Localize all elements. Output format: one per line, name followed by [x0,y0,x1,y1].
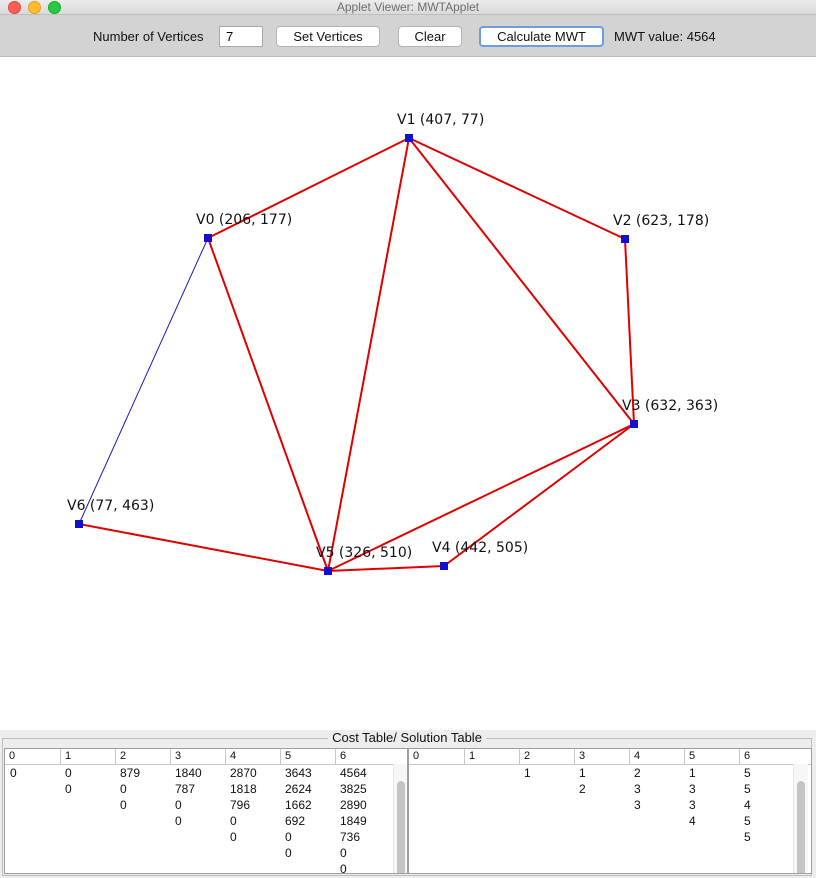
vertex-label-v6: V6 (77, 463) [67,498,154,514]
cost-table-header-col-1[interactable]: 1 [60,749,115,764]
window-title: Applet Viewer: MWTApplet [336,0,480,14]
cost-table-cell-r2-c2: 0 [120,798,127,812]
solution-table-scrollbar[interactable] [797,781,805,873]
cost-table-cell-r1-c2: 0 [120,782,127,796]
solution-table-cell-r4-c6: 5 [744,830,751,844]
vertex-label-v3: V3 (632, 363) [622,398,718,414]
vertices-label: Number of Vertices [93,29,204,44]
tables-panel-title: Cost Table/ Solution Table [0,730,814,745]
edge-v2-v3 [624,238,635,425]
solution-table-cell-r1-c3: 2 [579,782,586,796]
cost-table-header: 0123456 [5,749,407,765]
solution-table[interactable]: 0123456 112152335334455 [408,748,812,874]
cost-table-cell-r1-c4: 1818 [230,782,257,796]
cost-table-cell-r0-c5: 3643 [285,766,312,780]
solution-table-cell-r1-c4: 3 [634,782,641,796]
solution-table-cell-r0-c2: 1 [524,766,531,780]
cost-table-cell-r0-c3: 1840 [175,766,202,780]
edge-v1-v2 [408,137,626,240]
set-vertices-button[interactable]: Set Vertices [276,26,380,47]
edge-v0-v6 [78,237,209,525]
solution-table-cell-r0-c4: 2 [634,766,641,780]
cost-table-cell-r1-c5: 2624 [285,782,312,796]
edge-v4-v5 [327,565,445,572]
drawing-canvas[interactable]: V0 (206, 177) V1 (407, 77) V2 (623, 178) V3… [0,57,816,729]
cost-table-cell-r4-c6: 736 [340,830,361,844]
cost-table-cell-r5-c6: 0 [340,846,347,860]
cost-table-cell-r3-c5: 692 [285,814,306,828]
cost-table-header-col-3[interactable]: 3 [170,749,225,764]
cost-table-cell-r2-c5: 1662 [285,798,312,812]
edge-v0-v5 [207,237,329,572]
cost-table-cell-r0-c0: 0 [10,766,17,780]
cost-table-cell-r3-c6: 1849 [340,814,367,828]
solution-table-cell-r3-c6: 5 [744,814,751,828]
edge-v5-v6 [78,523,329,572]
vertices-count-input[interactable] [219,26,263,47]
mwt-value-text: MWT value: 4564 [614,29,716,44]
solution-table-header-col-0[interactable]: 0 [409,749,464,764]
cost-table[interactable]: 0123456 0 0 879 1840 2870 3643 4564 0 0 787 1818 26… [4,748,408,874]
solution-table-cell-r1-c6: 5 [744,782,751,796]
vertex-v6[interactable] [75,520,83,528]
solution-table-header-col-4[interactable]: 4 [629,749,684,764]
edge-v1-v3 [408,137,635,425]
cost-table-cell-r2-c4: 796 [230,798,251,812]
solution-table-cell-r2-c5: 3 [689,798,696,812]
vertex-v4[interactable] [440,562,448,570]
cost-table-cell-r1-c3: 787 [175,782,196,796]
cost-table-cell-r0-c4: 2870 [230,766,257,780]
vertex-label-v1: V1 (407, 77) [397,112,484,128]
window-titlebar: Applet Viewer: MWTApplet [0,0,816,15]
cost-table-header-col-6[interactable]: 6 [335,749,390,764]
cost-table-cell-r0-c1: 0 [65,766,72,780]
solution-table-cell-r3-c5: 4 [689,814,696,828]
cost-table-header-col-2[interactable]: 2 [115,749,170,764]
vertex-v5[interactable] [324,567,332,575]
vertex-label-v0: V0 (206, 177) [196,212,292,228]
clear-button[interactable]: Clear [398,26,462,47]
cost-table-header-col-4[interactable]: 4 [225,749,280,764]
cost-table-cell-r2-c6: 2890 [340,798,367,812]
triangulation-graph: V0 (206, 177) V1 (407, 77) V2 (623, 178) V3… [67,112,718,575]
toolbar: Number of Vertices Set Vertices Clear Ca… [0,15,816,57]
solution-table-cell-r0-c6: 5 [744,766,751,780]
cost-table-cell-r5-c5: 0 [285,846,292,860]
vertex-v0[interactable] [204,234,212,242]
solution-table-header: 0123456 [409,749,811,765]
cost-table-cell-r6-c6: 0 [340,862,347,874]
solution-table-header-col-5[interactable]: 5 [684,749,739,764]
solution-table-header-col-6[interactable]: 6 [739,749,794,764]
cost-table-header-col-5[interactable]: 5 [280,749,335,764]
cost-table-cell-r2-c3: 0 [175,798,182,812]
cost-table-cell-r1-c1: 0 [65,782,72,796]
vertex-label-v2: V2 (623, 178) [613,213,709,229]
cost-table-header-col-0[interactable]: 0 [5,749,60,764]
solution-table-header-col-3[interactable]: 3 [574,749,629,764]
cost-table-cell-r0-c6: 4564 [340,766,367,780]
solution-table-cell-r0-c3: 1 [579,766,586,780]
cost-table-cell-r0-c2: 879 [120,766,141,780]
cost-table-cell-r4-c4: 0 [230,830,237,844]
solution-table-cell-r2-c4: 3 [634,798,641,812]
vertex-label-v4: V4 (442, 505) [432,540,528,556]
edge-v1-v5 [327,137,410,572]
solution-table-cell-r0-c5: 1 [689,766,696,780]
cost-table-cell-r3-c3: 0 [175,814,182,828]
cost-table-scrollbar[interactable] [397,781,405,873]
vertex-v1[interactable] [405,134,413,142]
solution-table-header-col-1[interactable]: 1 [464,749,519,764]
tables-panel: Cost Table/ Solution Table 0123456 0 0 879… [0,730,816,878]
solution-table-cell-r2-c6: 4 [744,798,751,812]
vertex-v3[interactable] [630,420,638,428]
solution-table-cell-r1-c5: 3 [689,782,696,796]
vertex-v2[interactable] [621,235,629,243]
cost-table-cell-r4-c5: 0 [285,830,292,844]
cost-table-cell-r1-c6: 3825 [340,782,367,796]
cost-table-cell-r3-c4: 0 [230,814,237,828]
vertex-label-v5: V5 (326, 510) [316,545,412,561]
calculate-mwt-button[interactable]: Calculate MWT [479,26,604,47]
solution-table-header-col-2[interactable]: 2 [519,749,574,764]
